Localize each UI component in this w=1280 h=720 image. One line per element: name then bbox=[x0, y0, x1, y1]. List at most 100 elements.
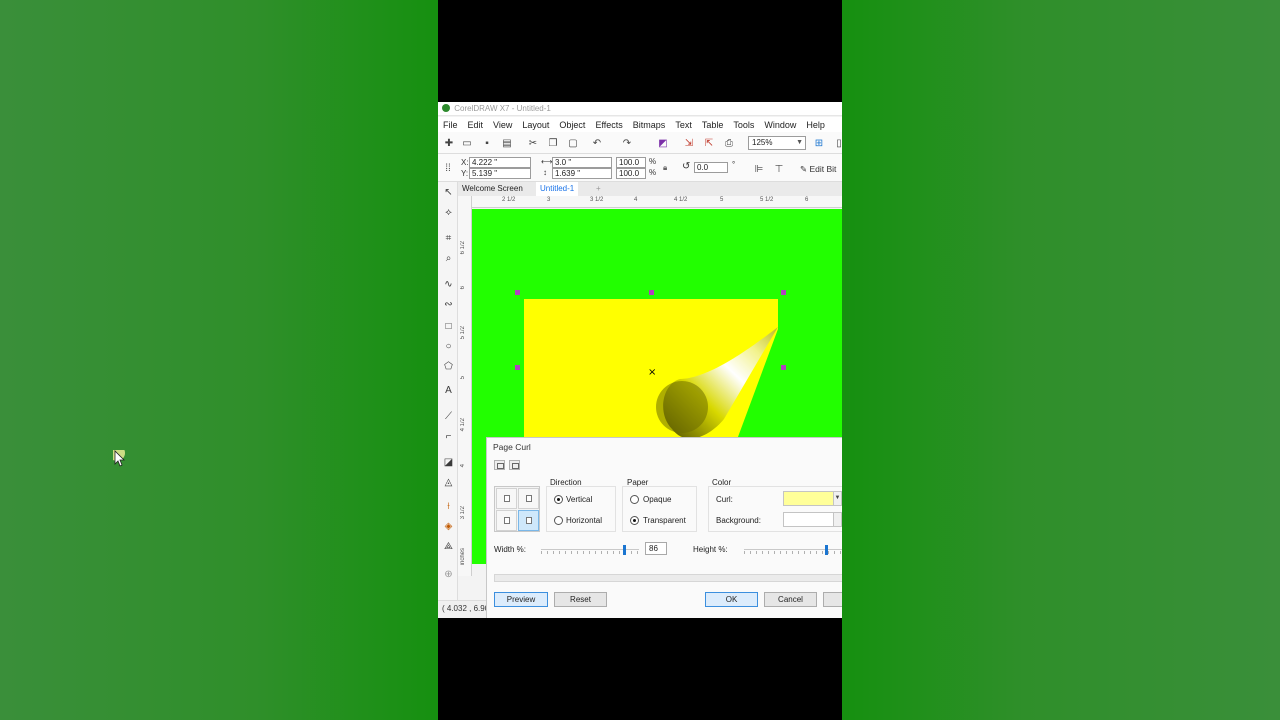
ellipse-tool-icon[interactable]: ○ bbox=[442, 340, 455, 353]
menu-bar: File Edit View Layout Object Effects Bit… bbox=[438, 117, 842, 132]
height-percent-slider[interactable] bbox=[744, 545, 842, 555]
help-button[interactable] bbox=[823, 592, 842, 607]
pick-tool-icon[interactable]: ↖ bbox=[442, 186, 455, 199]
shape-tool-icon[interactable]: ⟡ bbox=[442, 206, 455, 219]
width-slider-thumb[interactable] bbox=[623, 545, 626, 555]
rotation-angle-field[interactable]: 0.0 bbox=[694, 162, 728, 173]
coreldraw-logo-icon bbox=[442, 104, 450, 112]
horizontal-radio[interactable] bbox=[554, 516, 563, 525]
new-document-icon[interactable]: ✚ bbox=[442, 136, 456, 150]
x-position-field[interactable]: 4.222 " bbox=[469, 157, 531, 168]
paste-icon[interactable]: ▢ bbox=[566, 136, 580, 150]
export-icon[interactable]: ⇱ bbox=[702, 136, 716, 150]
undo-icon[interactable]: ↶ bbox=[590, 136, 604, 150]
connector-tool-icon[interactable]: ⌐ bbox=[442, 430, 455, 443]
eyedropper-tool-icon[interactable]: ⟊ bbox=[442, 500, 455, 513]
object-height-field[interactable]: 1.639 " bbox=[552, 168, 612, 179]
open-icon[interactable]: ▭ bbox=[460, 136, 474, 150]
rectangle-tool-icon[interactable]: □ bbox=[442, 320, 455, 333]
menu-tools[interactable]: Tools bbox=[728, 120, 759, 130]
show-rulers-icon[interactable]: ▯ bbox=[832, 136, 842, 150]
redo-icon[interactable]: ↷ bbox=[620, 136, 634, 150]
width-percent-field[interactable]: 86 bbox=[645, 542, 667, 555]
menu-edit[interactable]: Edit bbox=[463, 120, 489, 130]
object-origin-icon[interactable]: ⁞⁞ bbox=[441, 161, 455, 175]
ruler-mark: 5 bbox=[720, 197, 724, 203]
menu-object[interactable]: Object bbox=[554, 120, 590, 130]
single-preview-icon[interactable] bbox=[494, 460, 505, 470]
zoom-level-select[interactable]: 125% ▼ bbox=[748, 136, 806, 150]
mirror-horizontal-icon[interactable]: ⊫ bbox=[752, 162, 766, 176]
polygon-tool-icon[interactable]: ⬠ bbox=[442, 360, 455, 373]
vertical-ruler[interactable]: 6 1/2 6 5 1/2 5 4 1/2 4 3 1/2 inches bbox=[458, 196, 472, 576]
reset-button[interactable]: Reset bbox=[554, 592, 607, 607]
zoom-tool-icon[interactable]: ⌕ bbox=[442, 252, 455, 265]
dialog-title: Page Curl bbox=[493, 442, 531, 452]
cancel-button[interactable]: Cancel bbox=[764, 592, 817, 607]
curl-color-swatch[interactable] bbox=[783, 491, 834, 506]
corner-bottom-left[interactable] bbox=[496, 510, 517, 531]
preview-button[interactable]: Preview bbox=[494, 592, 548, 607]
edit-bitmap-button[interactable]: ✎ Edit Bit bbox=[800, 164, 836, 175]
ok-button[interactable]: OK bbox=[705, 592, 758, 607]
scale-width-field[interactable]: 100.0 bbox=[616, 157, 646, 168]
cut-icon[interactable]: ✂ bbox=[526, 136, 540, 150]
document-tabs: Welcome Screen Untitled-1 + bbox=[458, 182, 842, 196]
menu-bitmaps[interactable]: Bitmaps bbox=[628, 120, 671, 130]
mirror-vertical-icon[interactable]: ⊤ bbox=[772, 162, 786, 176]
artistic-media-icon[interactable]: ∾ bbox=[442, 298, 455, 311]
menu-file[interactable]: File bbox=[438, 120, 463, 130]
transparent-radio[interactable] bbox=[630, 516, 639, 525]
background-dropdown[interactable] bbox=[833, 512, 842, 527]
tab-welcome-screen[interactable]: Welcome Screen bbox=[458, 182, 527, 196]
degree-label: ° bbox=[732, 160, 736, 169]
save-icon[interactable]: ▪ bbox=[480, 136, 494, 150]
text-tool-icon[interactable]: A bbox=[442, 384, 455, 397]
corner-top-right[interactable] bbox=[518, 488, 539, 509]
ruler-mark: 4 1/2 bbox=[674, 197, 688, 203]
dual-preview-icon[interactable] bbox=[509, 460, 520, 470]
smart-fill-icon[interactable]: ⟁ bbox=[442, 540, 455, 553]
menu-text[interactable]: Text bbox=[670, 120, 697, 130]
ruler-mark: 5 bbox=[460, 376, 466, 380]
width-percent-slider[interactable] bbox=[541, 545, 639, 555]
add-tool-icon[interactable]: ⊕ bbox=[442, 568, 455, 581]
percent-label: % bbox=[649, 168, 657, 177]
print-icon[interactable]: ▤ bbox=[500, 136, 514, 150]
vertical-radio[interactable] bbox=[554, 495, 563, 504]
search-content-icon[interactable]: ◩ bbox=[656, 136, 670, 150]
horizontal-ruler[interactable]: 2 1/2 3 3 1/2 4 4 1/2 5 5 1/2 6 bbox=[472, 196, 842, 208]
tab-untitled-1[interactable]: Untitled-1 bbox=[536, 182, 579, 196]
property-bar: ⁞⁞ X: 4.222 " Y: 5.139 " ⟷ 3.0 " ↕ 1.639… bbox=[438, 154, 842, 182]
toolbox: ↖ ⟡ ⌗ ⌕ ∿ ∾ □ ○ ⬠ A ⟋ ⌐ ◪ ◬ ⟊ ◈ ⟁ ⊕ bbox=[438, 182, 458, 602]
transparency-tool-icon[interactable]: ◬ bbox=[442, 476, 455, 489]
object-width-field[interactable]: 3.0 " bbox=[552, 157, 612, 168]
ruler-mark: 5 1/2 bbox=[760, 197, 774, 203]
new-tab-icon[interactable]: + bbox=[592, 182, 605, 196]
menu-view[interactable]: View bbox=[488, 120, 517, 130]
corner-top-left[interactable] bbox=[496, 488, 517, 509]
menu-layout[interactable]: Layout bbox=[517, 120, 554, 130]
freehand-tool-icon[interactable]: ∿ bbox=[442, 278, 455, 291]
import-icon[interactable]: ⇲ bbox=[682, 136, 696, 150]
menu-help[interactable]: Help bbox=[801, 120, 830, 130]
drop-shadow-tool-icon[interactable]: ◪ bbox=[442, 456, 455, 469]
scale-height-field[interactable]: 100.0 bbox=[616, 168, 646, 179]
parallel-dimension-icon[interactable]: ⟋ bbox=[442, 410, 455, 423]
lock-ratio-icon[interactable]: 🔒︎ bbox=[663, 163, 667, 173]
y-position-field[interactable]: 5.139 " bbox=[469, 168, 531, 179]
menu-window[interactable]: Window bbox=[759, 120, 801, 130]
crop-tool-icon[interactable]: ⌗ bbox=[442, 232, 455, 245]
menu-table[interactable]: Table bbox=[697, 120, 729, 130]
corner-bottom-right[interactable] bbox=[518, 510, 539, 531]
height-slider-thumb[interactable] bbox=[825, 545, 828, 555]
full-screen-preview-icon[interactable]: ⊞ bbox=[812, 136, 826, 150]
menu-effects[interactable]: Effects bbox=[590, 120, 627, 130]
standard-toolbar: ✚ ▭ ▪ ▤ ✂ ❐ ▢ ↶ ↷ ◩ ⇲ ⇱ ⎙ 125% ▼ ⊞ ▯ bbox=[438, 132, 842, 154]
opaque-radio[interactable] bbox=[630, 495, 639, 504]
background-color-swatch[interactable] bbox=[783, 512, 834, 527]
chevron-down-icon[interactable]: ▼ bbox=[833, 491, 842, 506]
copy-icon[interactable]: ❐ bbox=[546, 136, 560, 150]
interactive-fill-icon[interactable]: ◈ bbox=[442, 520, 455, 533]
publish-pdf-icon[interactable]: ⎙ bbox=[722, 136, 736, 150]
